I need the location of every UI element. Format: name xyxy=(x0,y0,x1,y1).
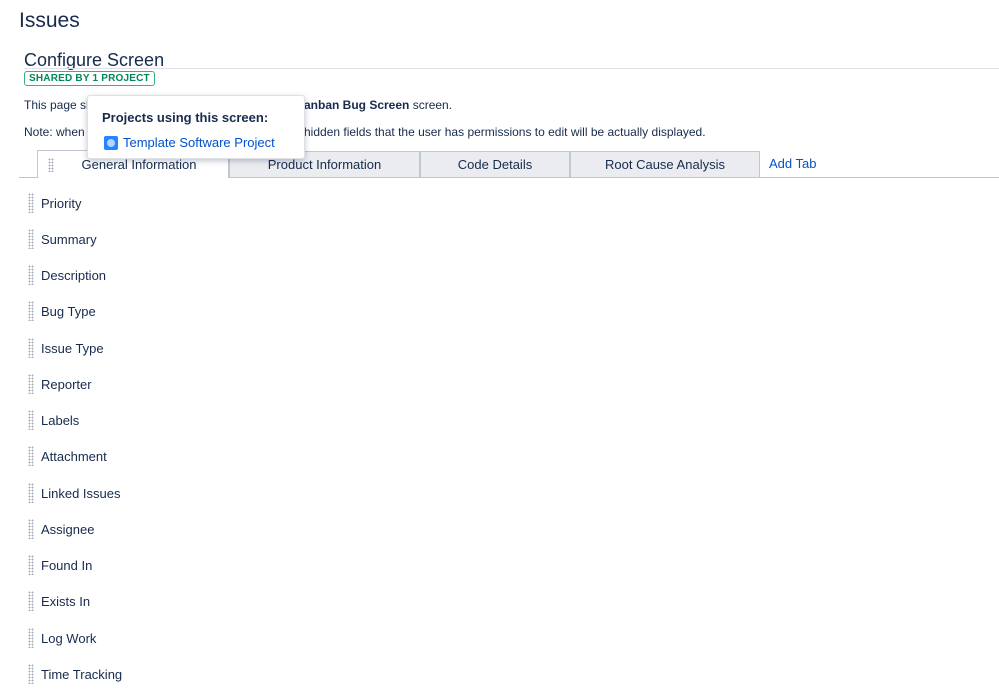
tab-label: Root Cause Analysis xyxy=(605,157,725,172)
popup-heading: Projects using this screen: xyxy=(102,110,269,125)
field-label: Attachment xyxy=(41,449,107,464)
screen-name: anban Bug Screen xyxy=(304,98,410,112)
tab-code-details[interactable]: Code Details xyxy=(420,151,570,177)
field-row-priority[interactable]: Priority xyxy=(26,193,326,213)
drag-handle-icon[interactable] xyxy=(28,591,34,611)
screen-description: This page sh xyxy=(24,98,93,112)
drag-handle-icon[interactable] xyxy=(48,158,54,172)
screen-note-end: hidden fields that the user has permissi… xyxy=(304,125,706,139)
field-label: Description xyxy=(41,268,107,283)
drag-handle-icon[interactable] xyxy=(28,193,34,213)
field-label: Summary xyxy=(41,232,97,247)
field-row-time-tracking[interactable]: Time Tracking xyxy=(26,664,326,684)
field-row-bug-type[interactable]: Bug Type xyxy=(26,301,326,321)
drag-handle-icon[interactable] xyxy=(28,410,34,430)
field-label: Bug Type xyxy=(41,304,96,319)
field-row-assignee[interactable]: Assignee xyxy=(26,519,326,539)
drag-handle-icon[interactable] xyxy=(28,628,34,648)
add-tab-link[interactable]: Add Tab xyxy=(769,156,816,171)
field-row-description[interactable]: Description xyxy=(26,265,326,285)
field-row-issue-type[interactable]: Issue Type xyxy=(26,338,326,358)
field-row-linked-issues[interactable]: Linked Issues xyxy=(26,483,326,503)
tab-label: Product Information xyxy=(267,157,382,172)
field-row-reporter[interactable]: Reporter xyxy=(26,374,326,394)
field-row-found-in[interactable]: Found In xyxy=(26,555,326,575)
drag-handle-icon[interactable] xyxy=(28,519,34,539)
screen-note-rest: hidden fields that the user has permissi… xyxy=(304,125,706,139)
field-label: Linked Issues xyxy=(41,486,121,501)
drag-handle-icon[interactable] xyxy=(28,265,34,285)
drag-handle-icon[interactable] xyxy=(28,374,34,394)
title-divider xyxy=(24,68,999,69)
field-row-attachment[interactable]: Attachment xyxy=(26,446,326,466)
projects-using-screen-popup: Projects using this screen: Template Sof… xyxy=(87,95,305,159)
drag-handle-icon[interactable] xyxy=(28,229,34,249)
screen-description-rest: anban Bug Screen screen. xyxy=(304,98,452,112)
field-label: Priority xyxy=(41,196,82,211)
drag-handle-icon[interactable] xyxy=(28,555,34,575)
project-avatar-icon xyxy=(104,135,118,150)
shared-by-projects-badge[interactable]: SHARED BY 1 PROJECT xyxy=(24,71,155,86)
drag-handle-icon[interactable] xyxy=(28,664,34,684)
screen-description-end: screen. xyxy=(409,98,453,112)
field-label: Issue Type xyxy=(41,341,104,356)
project-link[interactable]: Template Software Project xyxy=(104,135,275,150)
drag-handle-icon[interactable] xyxy=(28,338,34,358)
screen-note: Note: when xyxy=(24,125,85,139)
tab-label: Code Details xyxy=(457,157,533,172)
drag-handle-icon[interactable] xyxy=(28,483,34,503)
field-label: Found In xyxy=(41,558,93,573)
field-label: Reporter xyxy=(41,377,92,392)
field-row-exists-in[interactable]: Exists In xyxy=(26,591,326,611)
field-label: Log Work xyxy=(41,631,97,646)
project-link-label: Template Software Project xyxy=(123,135,275,150)
screen-note-start: Note: when xyxy=(24,125,85,139)
field-label: Exists In xyxy=(41,594,91,609)
page-title: Issues xyxy=(19,9,80,32)
drag-handle-icon[interactable] xyxy=(28,446,34,466)
field-label: Assignee xyxy=(41,522,95,537)
drag-handle-icon[interactable] xyxy=(28,301,34,321)
field-row-log-work[interactable]: Log Work xyxy=(26,628,326,648)
field-label: Labels xyxy=(41,413,80,428)
field-row-summary[interactable]: Summary xyxy=(26,229,326,249)
screen-description-start: This page sh xyxy=(24,98,93,112)
field-label: Time Tracking xyxy=(41,667,123,682)
field-row-labels[interactable]: Labels xyxy=(26,410,326,430)
tab-root-cause-analysis[interactable]: Root Cause Analysis xyxy=(570,151,760,177)
